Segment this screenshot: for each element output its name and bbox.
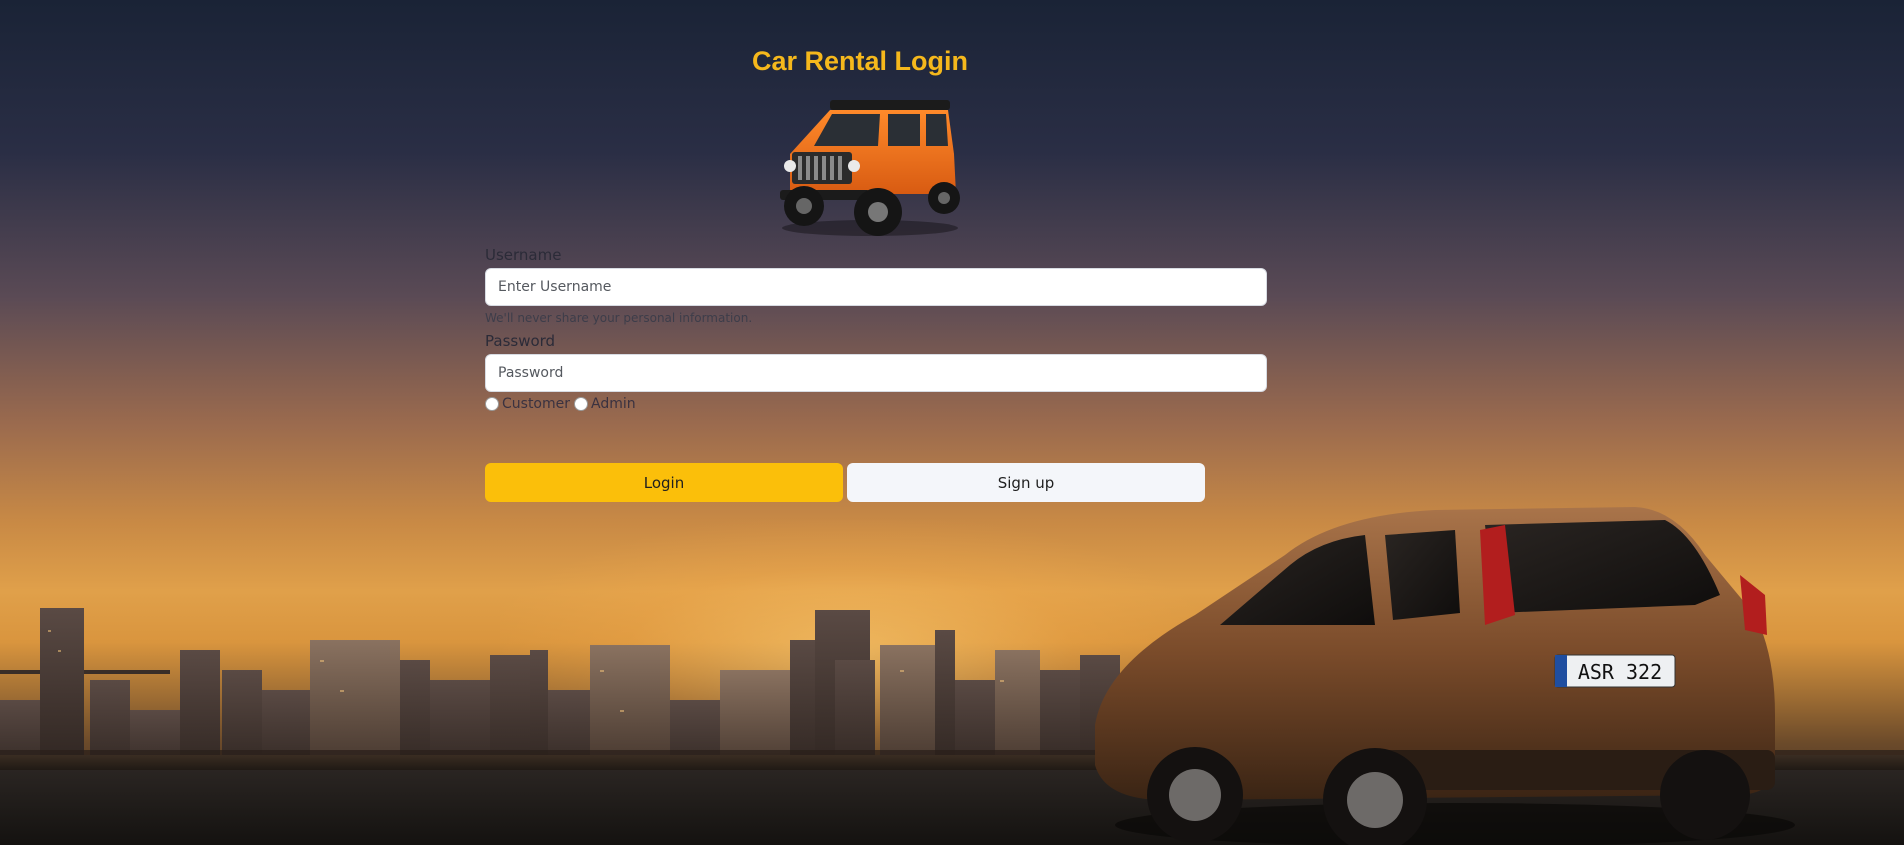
signup-button[interactable]: Sign up	[847, 463, 1205, 502]
password-label: Password	[485, 332, 556, 350]
admin-radio-label[interactable]: Admin	[591, 396, 636, 412]
customer-radio-label[interactable]: Customer	[502, 396, 570, 412]
customer-radio[interactable]	[485, 397, 499, 411]
svg-text:ASR 322: ASR 322	[1578, 660, 1662, 684]
jeep-logo-image	[780, 100, 960, 236]
username-label: Username	[485, 246, 562, 264]
role-radio-group: Customer Admin	[485, 394, 640, 414]
password-input[interactable]	[485, 354, 1267, 392]
login-button[interactable]: Login	[485, 463, 843, 502]
username-help-text: We'll never share your personal informat…	[485, 311, 753, 325]
admin-radio[interactable]	[574, 397, 589, 411]
username-input[interactable]	[485, 268, 1267, 306]
brown-suv-image: ASR 322	[1095, 507, 1795, 845]
page-title: Car Rental Login	[751, 46, 968, 76]
login-page: ASR 322 Car Rental Login Username Enter …	[0, 0, 1904, 845]
